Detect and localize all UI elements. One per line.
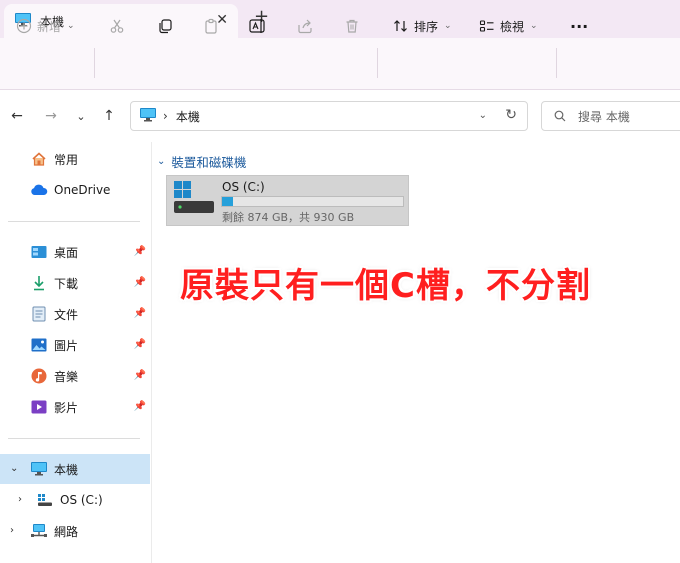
breadcrumb-this-pc[interactable]: 本機 [176,108,200,125]
view-button-label: 檢視 [500,19,525,34]
music-icon [30,367,48,385]
sidebar-item-label: 桌面 [54,245,79,260]
windows-drive-icon [174,181,214,213]
picture-icon [30,336,48,354]
pin-icon[interactable]: 📌 [134,246,146,257]
video-icon [30,398,48,416]
sidebar-item-onedrive[interactable]: OneDrive [0,175,150,205]
clipboard-icon [205,18,217,34]
sort-button[interactable]: 排序 ⌄ [393,14,452,38]
scissors-icon [110,19,124,33]
network-icon [30,522,48,540]
toolbar-divider [94,48,95,78]
pin-icon[interactable]: 📌 [134,401,146,412]
rename-button[interactable] [249,14,267,38]
chevron-right-icon[interactable]: › [10,525,14,536]
back-arrow-icon[interactable]: ← [8,107,26,125]
more-options-button[interactable]: ··· [570,14,588,38]
desktop-icon [30,243,48,261]
sidebar-item-label: 網路 [54,524,79,539]
recent-chevron-icon[interactable]: ⌄ [72,107,90,125]
share-icon [298,19,312,34]
breadcrumb-separator: › [163,109,168,123]
toolbar-divider [377,48,378,78]
computer-icon [139,107,157,126]
search-placeholder: 搜尋 本機 [578,109,630,124]
computer-icon [30,460,48,478]
search-icon [554,110,566,122]
more-label: ··· [570,16,589,36]
delete-button[interactable] [344,14,360,38]
address-dropdown-icon[interactable]: ⌄ [479,110,487,121]
view-list-icon [479,20,494,32]
sidebar-item-label: 常用 [54,152,79,167]
sidebar-item-documents[interactable]: 文件 📌 [0,299,150,329]
drive-usage-fill [222,197,233,206]
forward-arrow-icon[interactable]: → [42,107,60,125]
pin-icon[interactable]: 📌 [134,277,146,288]
devices-group-header[interactable]: ⌄ 裝置和磁碟機 [157,152,246,171]
chevron-down-icon[interactable]: ⌄ [10,463,18,474]
view-button[interactable]: 檢視 ⌄ [479,14,538,38]
sidebar-item-videos[interactable]: 影片 📌 [0,392,150,422]
sidebar-item-label: 音樂 [54,369,79,384]
cloud-icon [30,181,48,199]
sidebar-item-label: OS (C:) [60,493,103,507]
up-arrow-icon[interactable]: ↑ [100,107,118,125]
refresh-icon[interactable]: ↻ [505,107,517,123]
sidebar-item-label: 圖片 [54,338,79,353]
pin-icon[interactable]: 📌 [134,339,146,350]
sort-button-label: 排序 [414,19,439,34]
address-bar[interactable]: › 本機 ⌄ ↻ [130,101,528,131]
chevron-right-icon[interactable]: › [18,494,22,505]
group-title: 裝置和磁碟機 [171,155,247,170]
sidebar-item-network[interactable]: › 網路 [0,516,150,546]
pin-icon[interactable]: 📌 [134,308,146,319]
document-icon [30,305,48,323]
navigation-pane: 常用 OneDrive 桌面 📌 下載 📌 文件 📌 圖片 📌 音樂 📌 影片 … [0,142,152,563]
toolbar-divider [556,48,557,78]
chevron-down-icon: ⌄ [444,21,452,31]
sidebar-item-os-drive[interactable]: › OS (C:) [0,485,150,515]
chevron-down-icon: ⌄ [157,156,166,167]
sidebar-item-label: 影片 [54,400,79,415]
home-icon [30,150,48,168]
search-box[interactable]: 搜尋 本機 [541,101,680,131]
sidebar-item-downloads[interactable]: 下載 📌 [0,268,150,298]
command-bar [0,38,680,90]
sort-icon [394,20,407,32]
new-button[interactable]: 新增 ⌄ [16,14,75,38]
chevron-down-icon: ⌄ [67,21,75,31]
drive-tile-os-c[interactable]: OS (C:) 剩餘 874 GB，共 930 GB [166,175,409,226]
download-icon [30,274,48,292]
sidebar-item-this-pc[interactable]: ⌄ 本機 [0,454,150,484]
drive-icon [36,491,54,509]
share-button[interactable] [297,14,313,38]
drive-usage-bar [221,196,404,207]
new-button-label: 新增 [37,19,62,34]
sidebar-item-label: 下載 [54,276,79,291]
annotation-text: 原裝只有一個C槽，不分割 [180,266,591,306]
plus-circle-icon [16,18,32,34]
paste-button[interactable] [203,14,219,38]
pin-icon[interactable]: 📌 [134,370,146,381]
sidebar-item-label: 本機 [54,462,79,477]
cut-button[interactable] [109,14,125,38]
chevron-down-icon: ⌄ [530,21,538,31]
sidebar-item-pictures[interactable]: 圖片 📌 [0,330,150,360]
sidebar-item-label: 文件 [54,307,79,322]
sidebar-item-home[interactable]: 常用 [0,144,150,174]
navigation-row: ← → ⌄ ↑ › 本機 ⌄ ↻ 搜尋 本機 [0,90,680,142]
sidebar-item-desktop[interactable]: 桌面 📌 [0,237,150,267]
sidebar-item-label: OneDrive [54,183,111,197]
copy-icon [159,19,172,34]
trash-icon [346,19,358,33]
sidebar-item-music[interactable]: 音樂 📌 [0,361,150,391]
rename-icon [249,19,265,33]
sidebar-divider [8,221,140,222]
drive-name: OS (C:) [222,180,265,194]
copy-button[interactable] [157,14,173,38]
sidebar-divider [8,438,140,439]
drive-space-text: 剩餘 874 GB，共 930 GB [222,211,355,224]
